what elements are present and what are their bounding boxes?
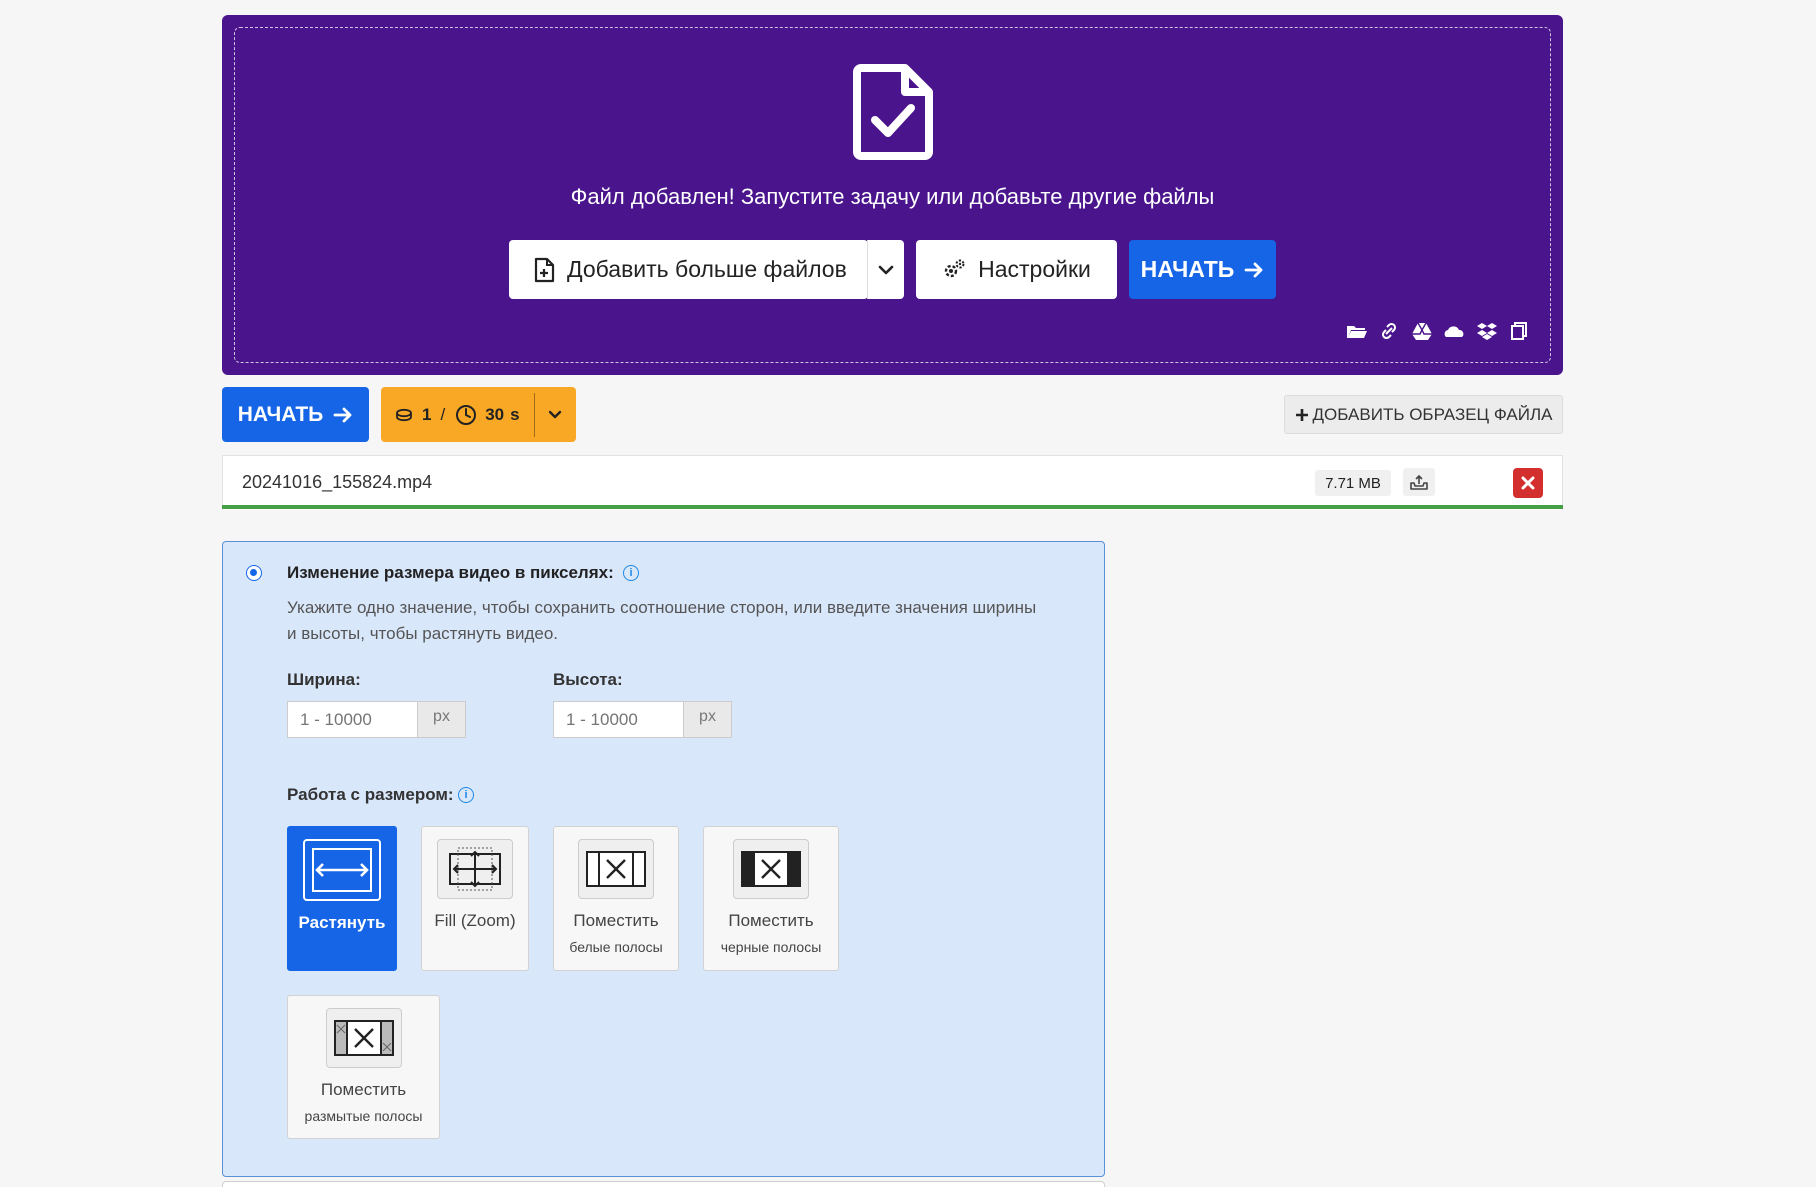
remove-file-button[interactable] — [1513, 468, 1543, 498]
mode-label: Поместить — [573, 911, 659, 930]
file-check-icon — [853, 64, 933, 160]
upload-status-message: Файл добавлен! Запустите задачу или доба… — [570, 184, 1215, 209]
gears-icon — [944, 259, 965, 277]
credits-slash: / — [440, 404, 446, 424]
fit-black-bars-icon — [733, 839, 809, 899]
sample-label: ДОБАВИТЬ ОБРАЗЕЦ ФАЙЛА — [1312, 404, 1553, 424]
add-files-label: Добавить больше файлов — [567, 256, 847, 282]
dropbox-icon[interactable] — [1476, 321, 1498, 341]
credits-cost-button[interactable]: 1 / 30 s — [381, 387, 576, 442]
mode-sublabel: размытые полосы — [304, 1108, 423, 1124]
stretch-icon — [303, 839, 381, 901]
chevron-down-icon — [548, 410, 561, 419]
settings-label: Настройки — [978, 256, 1091, 282]
fit-white-bars-icon — [578, 839, 654, 899]
width-field: px — [287, 701, 466, 738]
file-plus-icon — [534, 257, 555, 282]
width-label: Ширина: — [287, 670, 361, 689]
file-name: 20241016_155824.mp4 — [242, 472, 433, 492]
width-unit: px — [418, 701, 466, 738]
time-unit: s — [510, 404, 520, 424]
credits-dropdown-toggle[interactable] — [535, 410, 575, 419]
close-icon — [1521, 476, 1535, 490]
resize-mode-label: Работа с размером: — [287, 785, 454, 804]
clipboard-icon[interactable] — [1508, 321, 1530, 341]
height-unit: px — [684, 701, 732, 738]
start-label: НАЧАТЬ — [237, 402, 324, 426]
fit-blur-bars-icon — [325, 1008, 402, 1068]
mode-fill-zoom-option[interactable]: Fill (Zoom) — [421, 826, 529, 971]
mode-stretch-option[interactable]: Растянуть — [287, 826, 397, 971]
file-size-badge: 7.71 MB — [1315, 470, 1391, 496]
coins-icon — [396, 408, 412, 421]
mode-label: Поместить — [320, 1080, 407, 1099]
resize-description: Укажите одно значение, чтобы сохранить с… — [287, 598, 1037, 643]
info-icon[interactable]: i — [458, 787, 474, 803]
chevron-down-icon — [878, 265, 894, 274]
mode-label: Растянуть — [298, 913, 386, 932]
mode-fit-white-bars-option[interactable]: Поместить белые полосы — [553, 826, 679, 971]
arrow-right-icon — [1244, 262, 1263, 277]
mode-fit-blur-bars-option[interactable]: Поместить размытые полосы — [287, 995, 440, 1139]
plus-icon — [1295, 408, 1308, 421]
clock-icon — [456, 404, 477, 425]
settings-button[interactable]: Настройки — [916, 240, 1117, 299]
start-button[interactable]: НАЧАТЬ — [222, 387, 369, 442]
add-sample-file-button[interactable]: ДОБАВИТЬ ОБРАЗЕЦ ФАЙЛА — [1284, 395, 1563, 434]
google-drive-icon[interactable] — [1411, 321, 1433, 341]
link-icon[interactable] — [1378, 321, 1400, 341]
add-more-files-button[interactable]: Добавить больше файлов — [509, 240, 868, 299]
mode-sublabel: черные полосы — [720, 939, 822, 955]
mode-sublabel: белые полосы — [569, 939, 663, 955]
resize-title: Изменение размера видео в пикселях: — [287, 563, 614, 582]
fill-zoom-icon — [437, 839, 513, 899]
source-icons — [1346, 318, 1530, 344]
width-input[interactable] — [287, 701, 418, 738]
onedrive-icon[interactable] — [1443, 321, 1465, 341]
start-button-top[interactable]: НАЧАТЬ — [1129, 240, 1276, 299]
arrow-right-icon — [333, 407, 352, 422]
upload-progress-bar — [222, 505, 1563, 509]
mode-label: Fill (Zoom) — [434, 911, 516, 930]
time-value: 30 — [485, 404, 505, 424]
info-icon[interactable]: i — [623, 565, 639, 581]
mode-label: Поместить — [728, 911, 814, 930]
mode-fit-black-bars-option[interactable]: Поместить черные полосы — [703, 826, 839, 971]
next-options-panel — [222, 1181, 1105, 1187]
credits-count: 1 — [422, 404, 432, 424]
height-input[interactable] — [553, 701, 684, 738]
folder-icon[interactable] — [1346, 321, 1368, 341]
height-label: Высота: — [553, 670, 623, 689]
height-field: px — [553, 701, 732, 738]
add-files-dropdown-button[interactable] — [868, 240, 904, 299]
resize-pixels-radio[interactable] — [246, 565, 262, 581]
start-label: НАЧАТЬ — [1140, 256, 1235, 282]
cloud-upload-icon[interactable] — [1403, 468, 1435, 496]
